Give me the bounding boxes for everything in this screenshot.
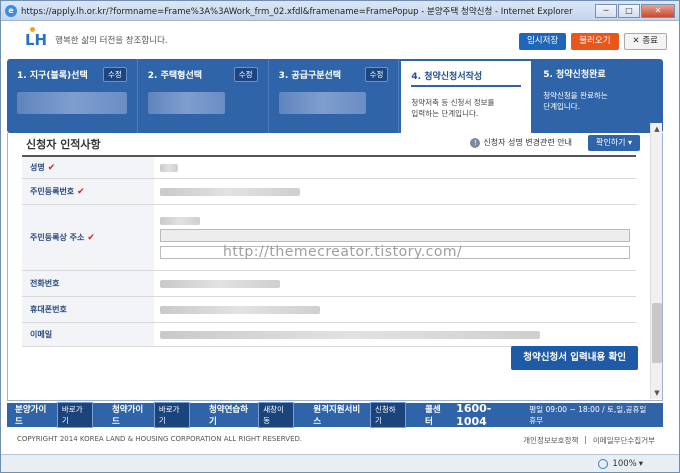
info-icon: ! bbox=[470, 137, 481, 148]
scrollbar-thumb[interactable] bbox=[652, 303, 662, 363]
step-1: 1. 지구(블록)선택 수정 bbox=[7, 59, 138, 133]
watermark: http://themecreator.tistory.com/ bbox=[223, 244, 463, 260]
privacy-policy-link[interactable]: 개인정보보호정책 bbox=[523, 435, 578, 446]
practice-button[interactable]: 새창이동 bbox=[258, 402, 295, 428]
footer-guide-2: 청약가이드 bbox=[111, 405, 144, 427]
table-row: 주민등록상 주소 ✔ bbox=[22, 205, 636, 271]
status-bar: 100% ▾ bbox=[1, 454, 679, 472]
step-2-label: 2. 주택형선택 bbox=[147, 71, 203, 81]
step-2: 2. 주택형선택 수정 bbox=[138, 59, 269, 133]
step-5: 5. 청약신청완료 청약신청을 완료하는 단계입니다. bbox=[533, 59, 663, 133]
table-row: 이메일 bbox=[22, 323, 636, 347]
confirm-dropdown-button[interactable]: 확인하기 ▾ bbox=[588, 135, 640, 151]
lh-logo: LH bbox=[25, 27, 47, 49]
step-3-edit-button[interactable]: 수정 bbox=[364, 67, 389, 82]
footer-bar: 분양가이드 바로가기 청약가이드 바로가기 청약연습하기 새창이동 원격지원서비… bbox=[7, 402, 663, 428]
footer-guide-4: 원격지원서비스 bbox=[313, 405, 361, 427]
globe-icon bbox=[598, 458, 609, 469]
step-4-label: 4. 청약신청서작성 bbox=[411, 69, 522, 87]
table-row: 휴대폰번호 bbox=[22, 297, 636, 323]
scroll-up-icon[interactable]: ▲ bbox=[651, 123, 663, 135]
email-label: 이메일 bbox=[30, 330, 53, 339]
table-row: 주민등록번호 ✔ bbox=[22, 179, 636, 205]
address-label: 주민등록상 주소 bbox=[30, 233, 85, 242]
section-title: 신청자 인적사항 bbox=[26, 138, 101, 151]
required-check-icon: ✔ bbox=[87, 232, 95, 243]
name-change-notice[interactable]: ! 신청자 성명 변경관련 안내 bbox=[470, 137, 572, 148]
copyright: COPYRIGHT 2014 KOREA LAND & HOUSING CORP… bbox=[17, 435, 303, 443]
footer-guide-3: 청약연습하기 bbox=[208, 405, 249, 427]
step-1-label: 1. 지구(블록)선택 bbox=[17, 71, 88, 81]
name-value-redacted bbox=[160, 163, 178, 172]
title-bar: e https://apply.lh.or.kr/?formname=Frame… bbox=[1, 1, 679, 21]
call-center-label: 콜센터 bbox=[425, 405, 441, 427]
email-policy-link[interactable]: 이메일무단수집거부 bbox=[593, 435, 655, 446]
scroll-down-icon[interactable]: ▼ bbox=[651, 387, 663, 399]
footer-links: 개인정보보호정책 | 이메일무단수집거부 bbox=[523, 435, 655, 446]
submit-review-button[interactable]: 청약신청서 입력내용 확인 bbox=[511, 346, 638, 370]
guide-1-button[interactable]: 바로가기 bbox=[56, 402, 93, 428]
rrn-label: 주민등록번호 bbox=[30, 187, 75, 196]
step-2-edit-button[interactable]: 수정 bbox=[233, 67, 258, 82]
step-4-active: 4. 청약신청서작성 청약저축 등 신청서 정보를 입력하는 단계입니다. bbox=[399, 59, 534, 133]
step-3-label: 3. 공급구분선택 bbox=[278, 71, 342, 81]
remote-support-button[interactable]: 신청하기 bbox=[369, 402, 407, 428]
step-3-value-redacted bbox=[278, 92, 367, 114]
zipcode-redacted bbox=[160, 216, 200, 225]
step-3: 3. 공급구분선택 수정 bbox=[269, 59, 400, 133]
step-5-desc: 청약신청을 완료하는 단계입니다. bbox=[543, 91, 608, 111]
scrollbar[interactable]: ▲ ▼ bbox=[650, 123, 662, 399]
email-value-redacted bbox=[160, 330, 540, 339]
call-center-tel: 1600-1004 bbox=[456, 402, 492, 428]
guide-2-button[interactable]: 바로가기 bbox=[153, 402, 190, 428]
mobile-value-redacted bbox=[160, 305, 320, 314]
call-center-hours: 평일 09:00 ~ 18:00 / 토,일,공휴일 휴무 bbox=[529, 405, 647, 425]
temp-save-button[interactable]: 임시저장 bbox=[518, 33, 567, 50]
maximize-button[interactable]: □ bbox=[618, 3, 640, 18]
browser-window: e https://apply.lh.or.kr/?formname=Frame… bbox=[0, 0, 680, 473]
required-check-icon: ✔ bbox=[77, 186, 85, 197]
step-bar: 1. 지구(블록)선택 수정 2. 주택형선택 수정 3. 공급구분선택 수정 4. … bbox=[7, 59, 663, 133]
close-window-button[interactable]: ✕ bbox=[641, 3, 675, 18]
step-2-value-redacted bbox=[147, 92, 225, 114]
required-check-icon: ✔ bbox=[47, 162, 56, 173]
rrn-value-redacted bbox=[160, 187, 300, 196]
mobile-label: 휴대폰번호 bbox=[30, 305, 67, 314]
tagline: 행복한 삶의 터전을 창조합니다. bbox=[55, 36, 168, 46]
load-button[interactable]: 불러오기 bbox=[571, 33, 619, 50]
ie-icon: e bbox=[5, 4, 17, 17]
window-title: https://apply.lh.or.kr/?formname=Frame%3… bbox=[21, 6, 573, 17]
step-5-label: 5. 청약신청완료 bbox=[543, 70, 606, 80]
phone-label: 전화번호 bbox=[30, 279, 60, 288]
page-header: LH 행복한 삶의 터전을 창조합니다. 임시저장 불러오기 ✕ 종료 bbox=[1, 21, 679, 59]
step-1-value-redacted bbox=[17, 92, 127, 114]
zoom-dropdown-icon[interactable]: ▾ bbox=[639, 459, 643, 469]
name-label: 성명 bbox=[30, 163, 45, 172]
table-row: 성명 ✔ bbox=[22, 157, 636, 179]
link-separator: | bbox=[584, 435, 587, 444]
form-content: 신청자 인적사항 ! 신청자 성명 변경관련 안내 확인하기 ▾ 성명 ✔ 주민등록… bbox=[7, 123, 663, 401]
step-1-edit-button[interactable]: 수정 bbox=[102, 67, 127, 82]
zoom-level[interactable]: 100% bbox=[612, 459, 636, 469]
table-row: 전화번호 bbox=[22, 271, 636, 297]
phone-value-redacted bbox=[160, 279, 280, 288]
address-field[interactable] bbox=[160, 228, 630, 242]
exit-button[interactable]: ✕ 종료 bbox=[623, 33, 667, 50]
minimize-button[interactable]: ─ bbox=[595, 3, 617, 18]
footer-guide-1: 분양가이드 bbox=[15, 405, 47, 427]
step-4-desc: 청약저축 등 신청서 정보를 입력하는 단계입니다. bbox=[411, 98, 495, 118]
